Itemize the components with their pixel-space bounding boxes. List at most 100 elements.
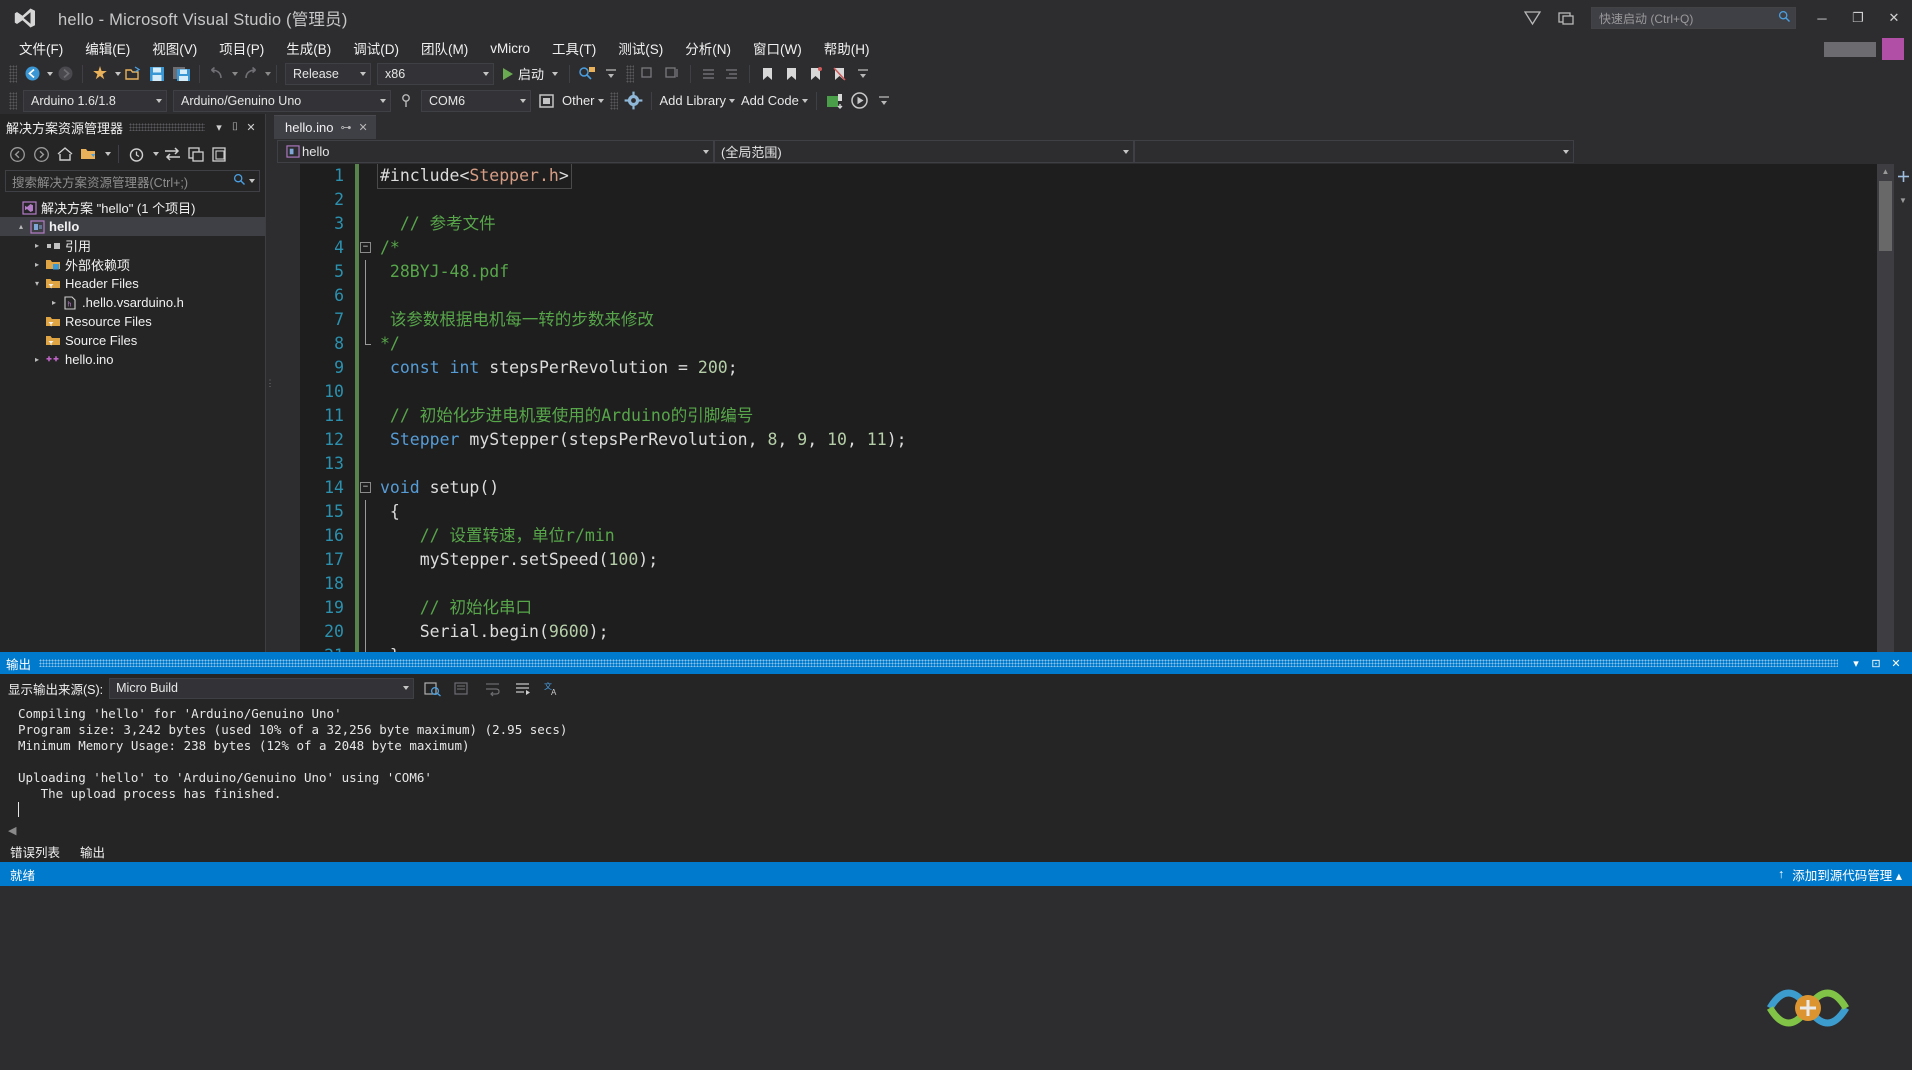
toolbar-grip[interactable] bbox=[9, 91, 17, 110]
pin-icon[interactable]: ⌷ bbox=[227, 121, 243, 134]
code-line[interactable]: Stepper myStepper(stepsPerRevolution, 8,… bbox=[380, 428, 1877, 452]
output-log-text[interactable]: Compiling 'hello' for 'Arduino/Genuino U… bbox=[0, 702, 1912, 820]
tree-item-solution[interactable]: 解决方案 "hello" (1 个项目) bbox=[0, 198, 265, 217]
menu-item-view[interactable]: 视图(V) bbox=[141, 36, 208, 60]
tree-item-source-files[interactable]: Source Files bbox=[0, 331, 265, 350]
toolbar-overflow-button[interactable] bbox=[599, 63, 623, 85]
minimize-button[interactable]: ─ bbox=[1804, 0, 1840, 36]
notifications-icon[interactable] bbox=[1549, 0, 1583, 36]
code-text-area[interactable]: #include<Stepper.h> // 参考文件/* 28BYJ-48.p… bbox=[374, 164, 1877, 652]
expander-icon[interactable]: ▾ bbox=[30, 279, 44, 288]
save-all-button[interactable] bbox=[169, 63, 194, 85]
solution-explorer-search-input[interactable]: 搜索解决方案资源管理器(Ctrl+;) bbox=[5, 170, 260, 192]
add-library-button[interactable]: Add Library bbox=[657, 93, 738, 108]
pin-icon[interactable]: ⊶ bbox=[340, 121, 351, 134]
tree-item-resource-files[interactable]: Resource Files bbox=[0, 312, 265, 331]
menu-item-help[interactable]: 帮助(H) bbox=[813, 36, 881, 60]
menu-item-file[interactable]: 文件(F) bbox=[8, 36, 74, 60]
translate-icon[interactable]: 文A bbox=[540, 677, 564, 699]
redo-dropdown-icon[interactable] bbox=[265, 71, 271, 76]
tree-item-header-files[interactable]: ▾ Header Files bbox=[0, 274, 265, 293]
code-line[interactable]: // 初始化串口 bbox=[380, 596, 1877, 620]
home-icon[interactable] bbox=[54, 143, 76, 165]
chevron-down-icon[interactable] bbox=[249, 179, 255, 183]
code-line[interactable]: // 初始化步进电机要使用的Arduino的引脚编号 bbox=[380, 404, 1877, 428]
tab-hello-ino[interactable]: hello.ino ⊶ ✕ bbox=[274, 115, 376, 139]
expander-icon[interactable]: ▸ bbox=[47, 298, 61, 307]
close-icon[interactable]: ✕ bbox=[243, 121, 259, 134]
code-line[interactable] bbox=[380, 188, 1877, 212]
tree-item-external-dependencies[interactable]: ▸ 外部依赖项 bbox=[0, 255, 265, 274]
nav-project-combo[interactable]: hello bbox=[277, 140, 714, 163]
show-all-files-icon[interactable] bbox=[78, 143, 100, 165]
arduino-board-combo[interactable]: Arduino/Genuino Uno bbox=[173, 89, 391, 112]
float-icon[interactable]: ⊡ bbox=[1866, 657, 1886, 670]
output-source-combo[interactable]: Micro Build bbox=[109, 677, 415, 699]
output-horizontal-scrollbar[interactable]: ◀ bbox=[0, 820, 1912, 840]
menu-item-build[interactable]: 生成(B) bbox=[275, 36, 342, 60]
code-line[interactable]: Serial.begin(9600); bbox=[380, 620, 1877, 644]
clear-bookmarks-icon[interactable] bbox=[827, 63, 851, 85]
next-bookmark-icon[interactable] bbox=[803, 63, 827, 85]
panel-drag-dots[interactable] bbox=[129, 123, 205, 131]
expander-icon[interactable]: ▴ bbox=[14, 222, 28, 231]
nav-scope-combo[interactable]: (全局范围) bbox=[714, 140, 1134, 163]
nav-member-combo[interactable] bbox=[1134, 140, 1574, 163]
tree-item-project-hello[interactable]: ▴ hello bbox=[0, 217, 265, 236]
open-file-button[interactable] bbox=[121, 63, 145, 85]
avatar[interactable] bbox=[1882, 38, 1904, 60]
back-icon[interactable] bbox=[6, 143, 28, 165]
tree-item-references[interactable]: ▸ 引用 bbox=[0, 236, 265, 255]
save-button[interactable] bbox=[145, 63, 169, 85]
code-line[interactable]: myStepper.setSpeed(100); bbox=[380, 548, 1877, 572]
menu-item-tools[interactable]: 工具(T) bbox=[541, 36, 607, 60]
code-line[interactable] bbox=[380, 284, 1877, 308]
go-to-message-icon[interactable] bbox=[510, 677, 534, 699]
close-icon[interactable]: ✕ bbox=[358, 121, 367, 134]
panel-drag-dots[interactable] bbox=[39, 659, 1838, 667]
collapse-all-icon[interactable] bbox=[185, 143, 207, 165]
code-line[interactable]: 28BYJ-48.pdf bbox=[380, 260, 1877, 284]
chevron-down-icon[interactable]: ▾ bbox=[211, 121, 227, 134]
solution-configuration-combo[interactable]: Release bbox=[285, 62, 371, 85]
tree-item-vsarduino-header[interactable]: ▸ h .hello.vsarduino.h bbox=[0, 293, 265, 312]
code-line[interactable]: // 设置转速，单位r/min bbox=[380, 524, 1877, 548]
tab-error-list[interactable]: 错误列表 bbox=[10, 842, 60, 861]
add-code-button[interactable]: Add Code bbox=[738, 93, 811, 108]
code-line[interactable]: // 参考文件 bbox=[380, 212, 1877, 236]
upload-icon[interactable]: ↑ bbox=[1778, 867, 1784, 881]
expander-icon[interactable]: ▸ bbox=[30, 355, 44, 364]
maximize-button[interactable]: ❐ bbox=[1840, 0, 1876, 36]
arduino-ide-version-combo[interactable]: Arduino 1.6/1.8 bbox=[23, 89, 167, 112]
search-icon[interactable] bbox=[233, 173, 246, 189]
outlining-margin[interactable]: − − bbox=[360, 164, 374, 652]
menu-item-debug[interactable]: 调试(D) bbox=[342, 36, 410, 60]
code-editor[interactable]: 123456789101112131415161718192021 −− #in… bbox=[274, 164, 1912, 652]
feedback-icon[interactable] bbox=[1515, 0, 1549, 36]
code-line[interactable]: void setup() bbox=[380, 476, 1877, 500]
toolbar-grip[interactable] bbox=[609, 91, 618, 110]
forward-icon[interactable] bbox=[30, 143, 52, 165]
code-line[interactable]: const int stepsPerRevolution = 200; bbox=[380, 356, 1877, 380]
menu-item-project[interactable]: 项目(P) bbox=[208, 36, 275, 60]
code-line[interactable]: 该参数根据电机每一转的步数来修改 bbox=[380, 308, 1877, 332]
previous-bookmark-icon[interactable] bbox=[779, 63, 803, 85]
quick-launch-input[interactable]: 快速启动 (Ctrl+Q) bbox=[1591, 7, 1796, 29]
sync-with-active-document-icon[interactable] bbox=[161, 143, 183, 165]
menu-item-vmicro[interactable]: vMicro bbox=[479, 39, 541, 58]
source-control-status[interactable]: 添加到源代码管理 ▴ bbox=[1792, 865, 1902, 884]
pending-changes-icon[interactable] bbox=[126, 143, 148, 165]
close-button[interactable]: ✕ bbox=[1876, 0, 1912, 36]
tree-item-hello-ino[interactable]: ▸ hello.ino bbox=[0, 350, 265, 369]
chevron-down-icon[interactable] bbox=[552, 71, 559, 76]
chevron-down-icon[interactable]: ▾ bbox=[1846, 657, 1866, 670]
code-line[interactable]: { bbox=[380, 500, 1877, 524]
programmer-combo[interactable]: Other bbox=[559, 93, 607, 108]
navigate-backward-button[interactable] bbox=[20, 63, 44, 85]
add-icon[interactable] bbox=[1897, 170, 1910, 188]
code-line[interactable]: #include<Stepper.h> bbox=[377, 164, 1877, 189]
find-in-files-icon[interactable] bbox=[575, 63, 599, 85]
close-icon[interactable]: ✕ bbox=[1886, 657, 1906, 670]
toolbar-overflow-button[interactable] bbox=[872, 90, 896, 112]
toolbar-grip[interactable] bbox=[626, 64, 635, 83]
